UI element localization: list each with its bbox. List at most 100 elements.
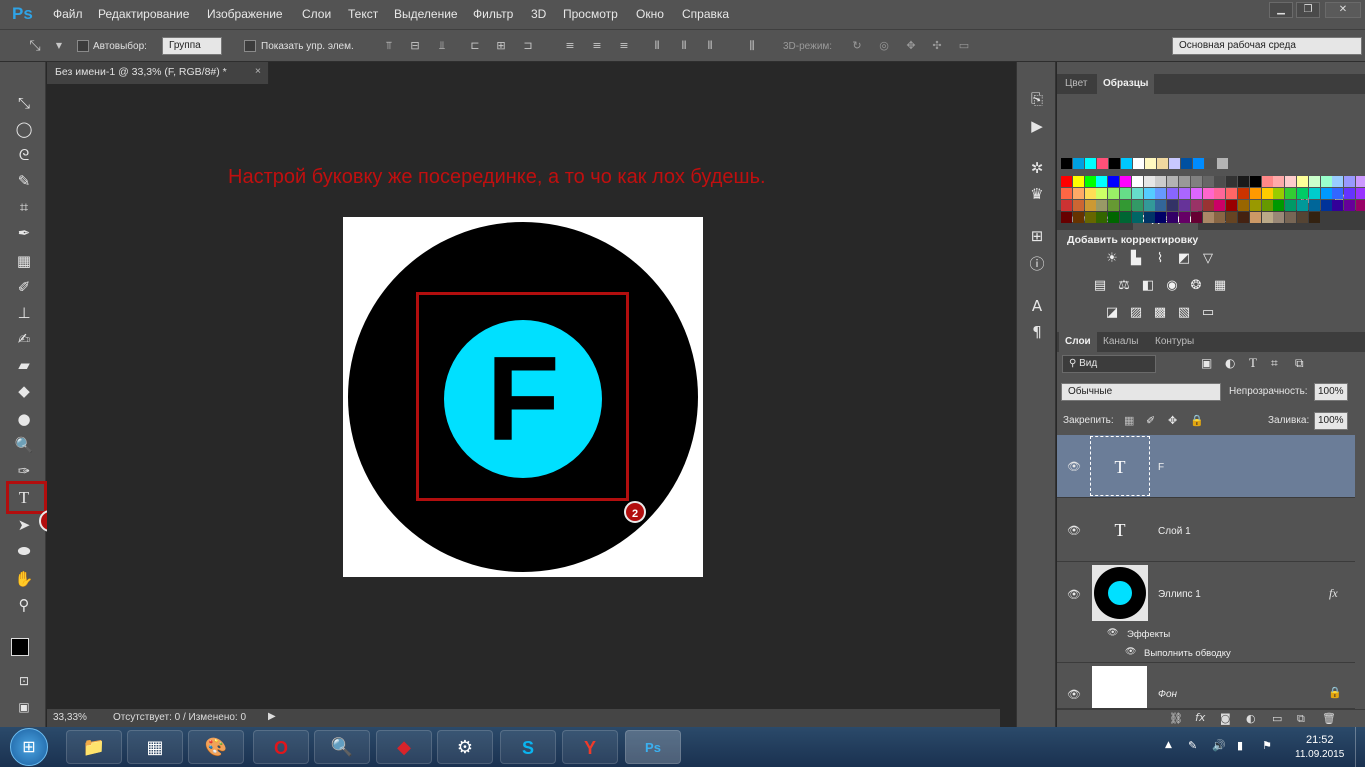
- blend-mode-dropdown[interactable]: Обычные: [1061, 383, 1221, 401]
- swatch[interactable]: [1249, 200, 1261, 211]
- swatch[interactable]: [1155, 188, 1167, 199]
- swatch[interactable]: [1169, 158, 1180, 169]
- swatch[interactable]: [1214, 212, 1226, 223]
- tab-layers[interactable]: Слои: [1059, 332, 1097, 352]
- swatch[interactable]: [1167, 212, 1179, 223]
- swatch[interactable]: [1320, 188, 1332, 199]
- distribute-left-icon[interactable]: ⦀: [650, 39, 664, 53]
- swatch[interactable]: [1217, 158, 1228, 169]
- menu-view[interactable]: Просмотр: [563, 7, 618, 21]
- properties-icon[interactable]: ⊞: [1025, 224, 1049, 248]
- skype-icon[interactable]: S: [500, 730, 556, 764]
- workspace-dropdown[interactable]: Основная рабочая среда: [1172, 37, 1362, 55]
- swatch[interactable]: [1273, 212, 1285, 223]
- swatch[interactable]: [1356, 200, 1365, 211]
- swatch[interactable]: [1061, 212, 1072, 223]
- close-tab-icon[interactable]: ×: [255, 65, 261, 77]
- filter-type-icon[interactable]: T: [1249, 355, 1257, 371]
- swatch[interactable]: [1084, 200, 1096, 211]
- add-mask-icon[interactable]: ◙: [1220, 712, 1231, 725]
- swatch[interactable]: [1261, 188, 1273, 199]
- swatch[interactable]: [1179, 188, 1190, 199]
- lasso-icon[interactable]: ᘓ: [10, 144, 38, 166]
- distribute-top-icon[interactable]: ≡: [563, 39, 577, 53]
- menu-edit[interactable]: Редактирование: [98, 7, 189, 21]
- swatch[interactable]: [1133, 158, 1144, 169]
- swatch[interactable]: [1120, 188, 1131, 199]
- layer-filter-dropdown[interactable]: ⚲ Вид: [1062, 355, 1156, 373]
- swatch[interactable]: [1096, 200, 1108, 211]
- swatch[interactable]: [1167, 176, 1179, 187]
- swatch[interactable]: [1179, 200, 1190, 211]
- swatch[interactable]: [1179, 212, 1190, 223]
- fill-input[interactable]: 100%: [1314, 412, 1348, 430]
- threshold-icon[interactable]: ▩: [1151, 304, 1169, 322]
- delete-layer-icon[interactable]: 🗑: [1322, 712, 1336, 725]
- swatch[interactable]: [1181, 158, 1192, 169]
- swatch[interactable]: [1120, 200, 1131, 211]
- status-arrow-icon[interactable]: ▶: [268, 711, 276, 722]
- swatch[interactable]: [1344, 188, 1356, 199]
- tab-channels[interactable]: Каналы: [1097, 332, 1145, 352]
- swatch[interactable]: [1190, 212, 1202, 223]
- swatch[interactable]: [1073, 158, 1084, 169]
- layer-row-f[interactable]: 👁 T F: [1057, 435, 1355, 498]
- tab-swatches[interactable]: Образцы: [1097, 74, 1155, 94]
- swatch[interactable]: [1238, 200, 1249, 211]
- tab-color[interactable]: Цвет: [1059, 74, 1093, 94]
- ellipse-shape-icon[interactable]: ⬬: [10, 540, 38, 562]
- layer-name[interactable]: Слой 1: [1158, 526, 1191, 537]
- swatch[interactable]: [1308, 200, 1320, 211]
- swatch[interactable]: [1179, 176, 1190, 187]
- swatch[interactable]: [1226, 176, 1238, 187]
- swatch[interactable]: [1120, 176, 1131, 187]
- clone-stamp-icon[interactable]: ⊥: [10, 302, 38, 324]
- swatch[interactable]: [1261, 176, 1273, 187]
- ellipse-marquee-icon[interactable]: ◯: [10, 118, 38, 140]
- quick-mask-icon[interactable]: ⊡: [10, 670, 38, 692]
- menu-layers[interactable]: Слои: [302, 7, 331, 21]
- swatch[interactable]: [1261, 212, 1273, 223]
- actions-play-icon[interactable]: ▶: [1025, 114, 1049, 138]
- distribute-right-icon[interactable]: ⦀: [703, 39, 717, 53]
- tray-app-icon[interactable]: ✎: [1188, 739, 1197, 752]
- add-style-icon[interactable]: fx: [1195, 711, 1205, 724]
- menu-file[interactable]: Файл: [53, 7, 83, 21]
- swatch[interactable]: [1143, 176, 1155, 187]
- swatch[interactable]: [1308, 176, 1320, 187]
- swatch[interactable]: [1202, 200, 1214, 211]
- move-tool-icon[interactable]: ⤡: [28, 39, 42, 53]
- swatch[interactable]: [1332, 188, 1344, 199]
- swatch[interactable]: [1214, 200, 1226, 211]
- info-icon[interactable]: ⓘ: [1025, 252, 1049, 276]
- photoshop-taskbar-icon[interactable]: Ps: [625, 730, 681, 764]
- filter-adjustment-icon[interactable]: ◐: [1225, 356, 1235, 370]
- align-right-icon[interactable]: ⊐: [521, 39, 535, 53]
- swatch[interactable]: [1320, 200, 1332, 211]
- layer-name[interactable]: Эллипс 1: [1158, 589, 1201, 600]
- swatch[interactable]: [1202, 176, 1214, 187]
- eyedropper-icon[interactable]: ✒: [10, 222, 38, 244]
- foreground-color-swatch[interactable]: [11, 638, 29, 656]
- swatch[interactable]: [1131, 212, 1143, 223]
- hand-icon[interactable]: ✋: [10, 568, 38, 590]
- swatch[interactable]: [1155, 200, 1167, 211]
- menu-type[interactable]: Текст: [348, 7, 378, 21]
- swatch[interactable]: [1190, 188, 1202, 199]
- swatch[interactable]: [1155, 212, 1167, 223]
- network-icon[interactable]: ▮: [1237, 739, 1243, 752]
- swatch-grid[interactable]: [1061, 158, 1365, 250]
- effects-eye-icon[interactable]: 👁: [1107, 628, 1118, 638]
- menu-filter[interactable]: Фильтр: [473, 7, 513, 21]
- history-panel-icon[interactable]: ⎘: [1025, 87, 1049, 111]
- lock-pixels-icon[interactable]: ✐: [1146, 414, 1155, 427]
- start-button-icon[interactable]: ⊞: [10, 728, 48, 766]
- swatch[interactable]: [1320, 176, 1332, 187]
- swatch[interactable]: [1143, 188, 1155, 199]
- swatch[interactable]: [1121, 158, 1132, 169]
- new-group-icon[interactable]: ▭: [1272, 712, 1282, 725]
- minimize-icon[interactable]: ▁: [1269, 2, 1293, 18]
- swatch[interactable]: [1226, 212, 1238, 223]
- swatch[interactable]: [1143, 212, 1155, 223]
- zoom-icon[interactable]: ⚲: [10, 594, 38, 616]
